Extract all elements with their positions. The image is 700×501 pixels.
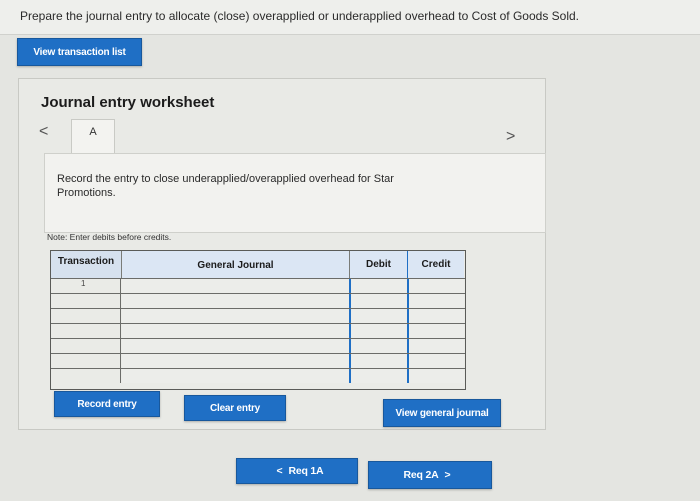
previous-requirement-button[interactable]: < Req 1A [236,458,358,484]
account-select[interactable] [122,339,351,353]
table-row: 1 [51,278,465,293]
previous-requirement-label: Req 1A [288,465,324,477]
column-header-credit: Credit [408,251,464,278]
table-row [51,293,465,308]
account-select[interactable] [122,294,351,308]
debit-input[interactable] [351,339,409,353]
credit-input[interactable] [409,294,464,308]
record-entry-button[interactable]: Record entry [54,391,160,417]
table-row [51,353,465,368]
chevron-right-icon: > [444,469,451,481]
debit-input[interactable] [351,279,409,293]
instruction-box: Record the entry to close underapplied/o… [44,153,546,233]
question-bar: Prepare the journal entry to allocate (c… [0,0,700,35]
next-requirement-label: Req 2A [403,469,439,481]
account-select[interactable] [122,324,351,338]
view-transaction-list-button[interactable]: View transaction list [17,38,142,66]
account-select[interactable] [122,354,351,368]
transaction-number [51,309,121,323]
table-row [51,308,465,323]
next-entry-chevron-icon[interactable]: > [506,128,515,146]
table-row [51,368,465,383]
debit-input[interactable] [351,354,409,368]
instruction-text: Record the entry to close underapplied/o… [57,173,394,199]
transaction-number [51,369,121,383]
note-text: Note: Enter debits before credits. [47,232,172,242]
next-requirement-button[interactable]: Req 2A > [368,461,492,489]
column-header-general-journal: General Journal [122,251,350,278]
journal-table: Transaction General Journal Debit Credit… [50,250,466,390]
account-select[interactable] [122,309,351,323]
debit-input[interactable] [351,309,409,323]
transaction-number [51,324,121,338]
transaction-number [51,339,121,353]
question-text: Prepare the journal entry to allocate (c… [20,9,580,23]
credit-input[interactable] [409,309,464,323]
credit-input[interactable] [409,279,464,293]
column-header-transaction: Transaction [51,251,122,278]
table-row [51,338,465,353]
chevron-left-icon: < [276,465,283,477]
previous-entry-chevron-icon[interactable]: < [39,123,48,141]
debit-input[interactable] [351,324,409,338]
transaction-number [51,354,121,368]
account-select[interactable] [122,369,351,383]
view-general-journal-button[interactable]: View general journal [383,399,501,427]
clear-entry-button[interactable]: Clear entry [184,395,286,421]
worksheet-title: Journal entry worksheet [41,94,215,111]
credit-input[interactable] [409,369,464,383]
credit-input[interactable] [409,354,464,368]
credit-input[interactable] [409,339,464,353]
table-row [51,323,465,338]
transaction-number [51,294,121,308]
credit-input[interactable] [409,324,464,338]
transaction-number: 1 [51,279,121,293]
debit-input[interactable] [351,369,409,383]
account-select[interactable] [122,279,351,293]
column-header-debit: Debit [350,251,408,278]
tab-entry-a[interactable]: A [71,119,115,154]
debit-input[interactable] [351,294,409,308]
